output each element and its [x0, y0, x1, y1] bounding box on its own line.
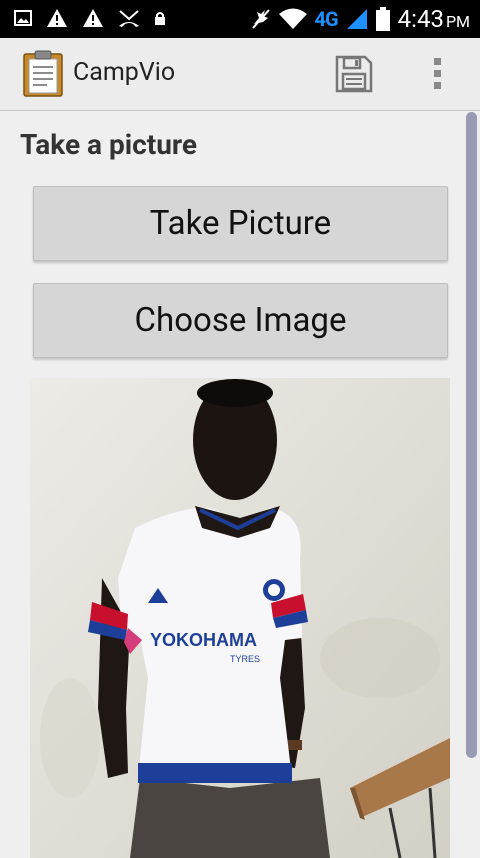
- overflow-menu-button[interactable]: [428, 56, 448, 92]
- battery-icon: [375, 7, 390, 31]
- captured-photo: YOKOHAMA TYRES: [30, 378, 450, 858]
- missed-call-icon: [118, 8, 140, 28]
- action-bar: CampVio: [0, 38, 480, 111]
- image-icon: [14, 10, 32, 26]
- warning-icon: [82, 8, 104, 28]
- warning-icon: [46, 8, 68, 28]
- take-picture-button[interactable]: Take Picture: [33, 186, 448, 261]
- clipboard-icon: [22, 50, 64, 102]
- scrollbar[interactable]: [466, 112, 477, 758]
- network-type-label: 4G: [314, 7, 339, 31]
- mute-icon: [251, 8, 271, 30]
- lock-icon: [154, 11, 166, 25]
- app-title: CampVio: [73, 58, 176, 87]
- choose-image-button[interactable]: Choose Image: [33, 283, 448, 358]
- status-bar: 4G 4:43 PM: [0, 0, 480, 38]
- wifi-icon: [278, 8, 307, 30]
- more-vert-icon: [428, 58, 448, 96]
- clock: 4:43 PM: [397, 5, 470, 33]
- save-button[interactable]: [334, 54, 374, 94]
- signal-icon: [346, 8, 368, 30]
- jersey-sponsor-subtext: TYRES: [230, 654, 260, 664]
- section-title: Take a picture: [20, 128, 198, 161]
- jersey-sponsor-text: YOKOHAMA: [150, 630, 257, 650]
- floppy-disk-icon: [334, 55, 374, 98]
- main-content[interactable]: Take a picture Take Picture Choose Image: [0, 111, 480, 858]
